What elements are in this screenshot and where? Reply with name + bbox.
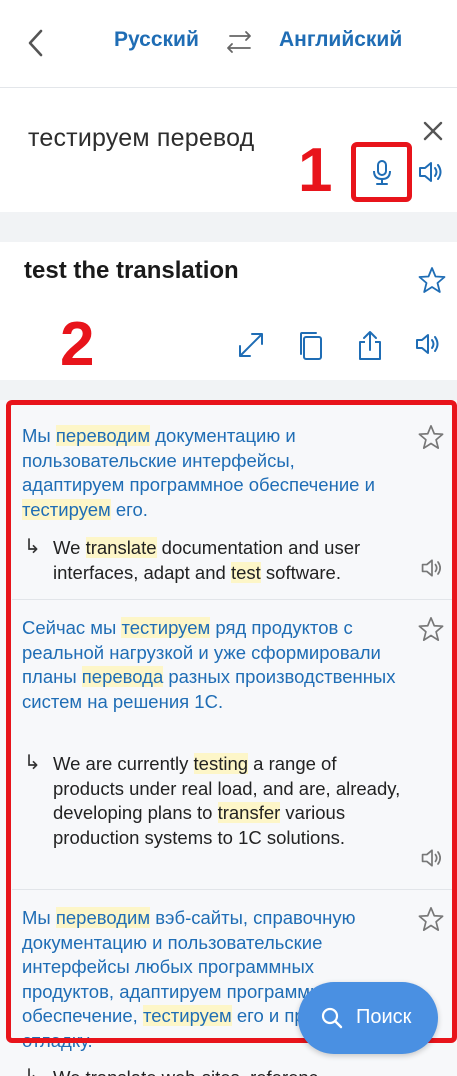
- example-favorite-button[interactable]: [418, 424, 444, 455]
- microphone-icon: [373, 160, 391, 185]
- highlight: тестируем: [142, 1005, 232, 1026]
- translation-speaker-button[interactable]: [414, 330, 442, 363]
- star-icon: [418, 267, 446, 293]
- example-favorite-button[interactable]: [418, 616, 444, 647]
- highlight: translate: [85, 537, 157, 558]
- highlight: перевода: [81, 666, 164, 687]
- examples-list: Мы переводим документацию и пользователь…: [0, 400, 457, 1076]
- reply-arrow-icon: ↳: [24, 752, 41, 774]
- example-translation-text: We translate web-sites, referenc: [53, 1066, 408, 1076]
- highlight: transfer: [217, 802, 281, 823]
- annotation-marker-2: 2: [60, 310, 95, 379]
- translation-text: test the translation: [24, 257, 239, 284]
- copy-icon: [300, 332, 322, 360]
- share-button[interactable]: [356, 330, 384, 367]
- chevron-left-icon: [28, 29, 43, 57]
- copy-button[interactable]: [297, 330, 325, 367]
- example-translation-text: We are currently testing a range of prod…: [53, 753, 401, 848]
- star-icon: [418, 617, 444, 641]
- search-button[interactable]: Поиск: [298, 982, 438, 1054]
- example-speaker-button[interactable]: [420, 846, 444, 875]
- highlight: test: [230, 561, 261, 583]
- favorite-button[interactable]: [418, 266, 446, 299]
- source-language-button[interactable]: Русский: [114, 28, 199, 52]
- highlight: переводим: [55, 425, 151, 446]
- example-source-text: Мы переводим документацию и пользователь…: [22, 425, 375, 520]
- share-icon: [359, 331, 381, 360]
- highlight: тестируем: [121, 617, 211, 638]
- example-divider: [12, 599, 452, 600]
- speaker-icon: [416, 334, 439, 354]
- expand-button[interactable]: [236, 330, 266, 365]
- annotation-marker-1: 1: [298, 136, 333, 205]
- highlight: переводим: [55, 907, 151, 928]
- star-icon: [418, 907, 444, 931]
- section-divider: [0, 380, 457, 400]
- example-divider: [12, 889, 452, 890]
- expand-icon: [239, 333, 263, 357]
- source-speaker-button[interactable]: [417, 158, 445, 191]
- back-button[interactable]: [22, 26, 52, 60]
- search-icon: [321, 1007, 343, 1029]
- example-favorite-button[interactable]: [418, 906, 444, 937]
- star-icon: [418, 425, 444, 449]
- clear-button[interactable]: [420, 118, 446, 144]
- reply-arrow-icon: ↳: [24, 1064, 41, 1076]
- swap-arrows-icon: [227, 31, 251, 53]
- example-source-text: Сейчас мы тестируем ряд продуктов с реал…: [22, 617, 396, 712]
- search-button-label: Поиск: [356, 1006, 412, 1028]
- example-speaker-button[interactable]: [420, 556, 444, 585]
- close-icon: [423, 121, 443, 141]
- highlight: testing: [193, 753, 249, 774]
- source-text-input[interactable]: тестируем перевод: [28, 124, 254, 153]
- microphone-button[interactable]: [351, 142, 412, 202]
- top-bar: Русский Английский: [0, 0, 457, 88]
- target-language-button[interactable]: Английский: [279, 28, 402, 52]
- example-translation-text: We translate documentation and user inte…: [53, 537, 361, 583]
- swap-languages-button[interactable]: [222, 28, 256, 56]
- speaker-icon: [419, 162, 442, 182]
- speaker-icon: [421, 849, 441, 867]
- reply-arrow-icon: ↳: [24, 536, 41, 558]
- speaker-icon: [421, 559, 441, 577]
- highlight: тестируем: [22, 498, 111, 520]
- section-divider: [0, 212, 457, 242]
